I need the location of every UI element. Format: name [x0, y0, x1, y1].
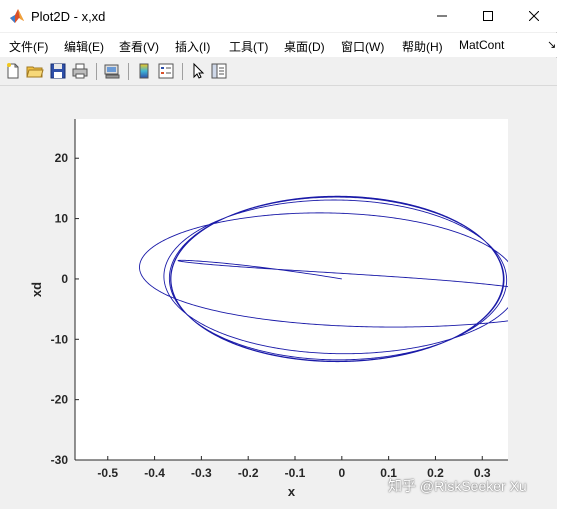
axes-background[interactable]	[75, 119, 508, 460]
y-tick-label: 10	[55, 212, 69, 226]
maximize-icon	[483, 11, 493, 21]
menu-matcont[interactable]: MatCont	[459, 38, 504, 52]
print-icon[interactable]	[71, 62, 89, 80]
menu-edit[interactable]: 编辑(E)	[64, 38, 104, 55]
x-tick-label: -0.5	[97, 466, 118, 480]
close-icon	[529, 11, 539, 21]
toolbar	[0, 58, 557, 86]
minimize-icon	[437, 15, 447, 17]
y-tick-label: 20	[55, 151, 69, 165]
y-tick-label: -30	[51, 453, 69, 467]
maximize-button[interactable]	[465, 0, 511, 32]
x-tick-label: -0.1	[285, 466, 306, 480]
x-tick-label: -0.4	[144, 466, 165, 480]
menu-overflow-icon[interactable]: ↘	[547, 38, 556, 51]
close-button[interactable]	[511, 0, 557, 32]
x-tick-label: -0.2	[238, 466, 259, 480]
menu-view[interactable]: 查看(V)	[119, 38, 159, 55]
figure-window: Plot2D - x,xd 文件(F) 编辑(E) 查看(V) 插入(I) 工具…	[0, 0, 557, 509]
legend-icon[interactable]	[157, 62, 175, 80]
menu-bar: 文件(F) 编辑(E) 查看(V) 插入(I) 工具(T) 桌面(D) 窗口(W…	[0, 33, 557, 57]
y-tick-label: -20	[51, 393, 69, 407]
y-axis-label: xd	[29, 282, 44, 297]
title-bar[interactable]: Plot2D - x,xd	[0, 0, 557, 32]
menu-desktop[interactable]: 桌面(D)	[284, 38, 325, 55]
x-tick-label: 0	[338, 466, 345, 480]
link-plot-icon[interactable]	[103, 62, 121, 80]
property-editor-icon[interactable]	[210, 62, 228, 80]
colorbar-icon[interactable]	[135, 62, 153, 80]
window-title: Plot2D - x,xd	[31, 9, 106, 24]
x-axis-label: x	[288, 484, 296, 499]
new-figure-icon[interactable]	[4, 62, 22, 80]
x-tick-label: -0.3	[191, 466, 212, 480]
toolbar-separator	[96, 63, 97, 80]
y-tick-label: 0	[61, 272, 68, 286]
menu-file[interactable]: 文件(F)	[9, 38, 48, 55]
toolbar-separator	[128, 63, 129, 80]
menu-insert[interactable]: 插入(I)	[175, 38, 210, 55]
watermark-text: 知乎 @RiskSeeker Xu	[388, 478, 527, 494]
minimize-button[interactable]	[419, 0, 465, 32]
matlab-logo-icon	[9, 8, 25, 24]
open-folder-icon[interactable]	[26, 62, 44, 80]
menu-window[interactable]: 窗口(W)	[341, 38, 384, 55]
pointer-icon[interactable]	[189, 62, 207, 80]
save-icon[interactable]	[49, 62, 67, 80]
y-tick-label: -10	[51, 332, 69, 346]
toolbar-separator	[182, 63, 183, 80]
phase-plot[interactable]: -0.5 -0.4 -0.3 -0.2 -0.1 0 0.1 0.2 0.3-30-20-100…	[0, 86, 557, 509]
menu-tools[interactable]: 工具(T)	[229, 38, 268, 55]
menu-help[interactable]: 帮助(H)	[402, 38, 443, 55]
